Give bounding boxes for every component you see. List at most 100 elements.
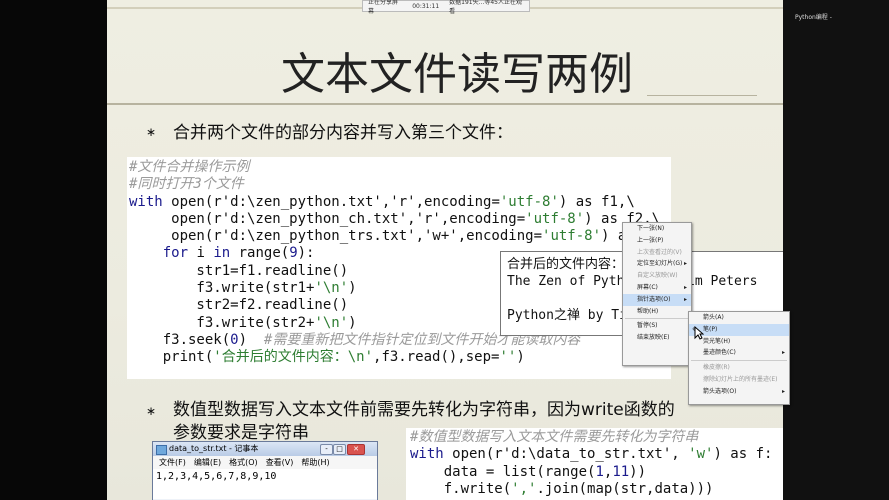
title-underline xyxy=(107,103,783,105)
right-black-margin: Python编程 - xyxy=(783,0,889,500)
menu-item-label: 定位至幻灯片(G) xyxy=(637,260,683,268)
notepad-window: data_to_str.txt - 记事本 - □ ✕ 文件(F) 编辑(E) … xyxy=(152,441,378,500)
submenu-item-eraser[interactable]: 橡皮擦(R) xyxy=(689,362,789,374)
minimize-button[interactable]: - xyxy=(320,444,333,455)
menu-item-screen[interactable]: 屏幕(C) ▸ xyxy=(623,282,691,294)
code-text: .join(map(str,data))) xyxy=(536,480,714,497)
code-text: f3.write(str2+ xyxy=(129,314,315,331)
menu-item-help[interactable]: 帮助(H) xyxy=(623,306,691,318)
code-keyword: with xyxy=(410,446,444,463)
code-text: ) as f: xyxy=(713,446,773,463)
chevron-right-icon: ▸ xyxy=(781,387,785,395)
close-button[interactable]: ✕ xyxy=(347,444,365,455)
code-text: open(r'd:\zen_python_trs.txt','w+',encod… xyxy=(129,228,543,245)
code-text: ) xyxy=(348,314,357,331)
bullet-merge-files: 合并两个文件的部分内容并写入第三个文件： xyxy=(173,123,513,143)
chevron-right-icon: ▸ xyxy=(683,260,687,268)
code-keyword: for xyxy=(129,245,189,262)
menu-separator xyxy=(691,360,787,362)
code-string: '' xyxy=(499,349,517,366)
submenu-item-erase-all[interactable]: 擦除幻灯片上的所有墨迹(E) xyxy=(689,374,789,386)
code-text: ) as f1,\ xyxy=(558,193,635,210)
menu-item-custom-show[interactable]: 自定义放映(W) xyxy=(623,270,691,282)
screen-share-bar[interactable]: 正在分享屏幕 00:31:11 数据191失...等45人正在观看 xyxy=(362,0,530,15)
code-block-numeric: #数值型数据写入文本文件需要先转化为字符串 with open(r'd:\dat… xyxy=(406,428,783,500)
chevron-right-icon: ▸ xyxy=(781,349,785,357)
code-number: 1 xyxy=(595,463,604,480)
code-keyword: with xyxy=(129,193,163,210)
code-text: ): xyxy=(297,245,315,262)
menu-separator xyxy=(625,318,689,320)
code-text: data = list(range( xyxy=(410,463,596,480)
code-text: ) xyxy=(238,331,264,348)
notepad-titlebar[interactable]: data_to_str.txt - 记事本 - □ ✕ xyxy=(153,442,377,456)
menu-edit[interactable]: 编辑(E) xyxy=(194,456,221,469)
menu-view[interactable]: 查看(V) xyxy=(266,456,294,469)
output-line: 合并后的文件内容： xyxy=(507,257,625,272)
code-text: f.write( xyxy=(410,480,512,497)
mouse-cursor-icon xyxy=(694,326,704,340)
menu-item-last-viewed[interactable]: 上次查看过的(V) xyxy=(623,247,691,259)
code-string: '\n' xyxy=(314,314,349,331)
bullet-mark: ∗ xyxy=(146,404,157,418)
menu-item-label: 墨迹颜色(C) xyxy=(703,349,736,357)
menu-item-label: 箭头选项(O) xyxy=(703,387,737,395)
viewer-count[interactable]: 数据191失...等45人正在观看 xyxy=(449,0,524,15)
submenu-item-arrow-options[interactable]: 箭头选项(O) ▸ xyxy=(689,386,789,398)
code-string: 'w' xyxy=(688,446,714,463)
code-string: 'utf-8' xyxy=(499,193,559,210)
menu-item-next[interactable]: 下一张(N) xyxy=(623,223,691,235)
code-string: ',' xyxy=(511,480,537,497)
menu-item-label: 指针选项(O) xyxy=(637,295,671,303)
code-text: str2=f2.readline() xyxy=(129,297,349,314)
maximize-button[interactable]: □ xyxy=(333,444,346,455)
code-text: f3.seek( xyxy=(129,331,231,348)
slideshow-context-menu: 下一张(N) 上一张(P) 上次查看过的(V) 定位至幻灯片(G) ▸ 自定义放映… xyxy=(622,222,692,366)
sharing-status: 正在分享屏幕 xyxy=(368,0,399,15)
code-string: '合并后的文件内容：\n' xyxy=(213,349,374,366)
code-text: ) xyxy=(348,280,357,297)
code-string: 'utf-8' xyxy=(525,210,585,227)
code-text: f3.write(str1+ xyxy=(129,280,315,297)
chevron-right-icon: ▸ xyxy=(683,295,687,303)
menu-help[interactable]: 帮助(H) xyxy=(301,456,329,469)
submenu-item-pen[interactable]: ✎ 笔(P) xyxy=(689,323,789,336)
code-text: )) xyxy=(629,463,647,480)
code-comment: #同时打开3个文件 xyxy=(129,176,244,193)
code-text: i xyxy=(188,245,214,262)
menu-item-pause[interactable]: 暂停(S) xyxy=(623,320,691,332)
submenu-item-highlighter[interactable]: 荧光笔(H) xyxy=(689,336,789,348)
menu-item-goto-slide[interactable]: 定位至幻灯片(G) ▸ xyxy=(623,258,691,270)
notepad-icon xyxy=(156,445,167,455)
slide-title: 文本文件读写两例 xyxy=(281,49,633,100)
sharing-timer: 00:31:11 xyxy=(412,2,440,10)
notepad-menubar: 文件(F) 编辑(E) 格式(O) 查看(V) 帮助(H) xyxy=(153,456,377,469)
code-comment: #文件合并操作示例 xyxy=(129,159,250,175)
notepad-text-area[interactable]: 1,2,3,4,5,6,7,8,9,10 xyxy=(153,469,377,499)
code-text: open(r'd:\data_to_str.txt', xyxy=(443,446,689,463)
left-black-margin xyxy=(0,0,107,500)
menu-item-pointer-options[interactable]: 指针选项(O) ▸ xyxy=(623,293,691,306)
bullet-mark: ∗ xyxy=(146,125,157,139)
window-title-snippet: Python编程 - xyxy=(795,14,832,21)
bullet-numeric-to-string: 数值型数据写入文本文件前需要先转化为字符串，因为write函数的 xyxy=(173,400,675,420)
menu-item-previous[interactable]: 上一张(P) xyxy=(623,235,691,247)
code-text: str1=f1.readline() xyxy=(129,262,349,279)
code-numeric-text: #数值型数据写入文本文件需要先转化为字符串 with open(r'd:\dat… xyxy=(410,429,772,498)
menu-file[interactable]: 文件(F) xyxy=(159,456,186,469)
code-text: ,f3.read(),sep= xyxy=(373,349,500,366)
code-text: print( xyxy=(129,349,214,366)
code-text: ) xyxy=(516,349,525,366)
submenu-item-ink-color[interactable]: 墨迹颜色(C) ▸ xyxy=(689,347,789,359)
menu-item-end-show[interactable]: 结束放映(E) xyxy=(623,332,691,344)
title-underline-accent xyxy=(647,95,757,96)
code-text: open(r'd:\zen_python_ch.txt','r',encodin… xyxy=(129,210,526,227)
menu-item-label: 笔(P) xyxy=(703,325,718,333)
notepad-title: data_to_str.txt - 记事本 xyxy=(169,444,259,453)
menu-format[interactable]: 格式(O) xyxy=(229,456,258,469)
chevron-right-icon: ▸ xyxy=(683,283,687,291)
code-number: 0 xyxy=(230,331,239,348)
code-string: 'utf-8' xyxy=(542,228,602,245)
code-comment: #数值型数据写入文本文件需要先转化为字符串 xyxy=(410,429,699,445)
submenu-item-arrow[interactable]: 箭头(A) xyxy=(689,312,789,324)
